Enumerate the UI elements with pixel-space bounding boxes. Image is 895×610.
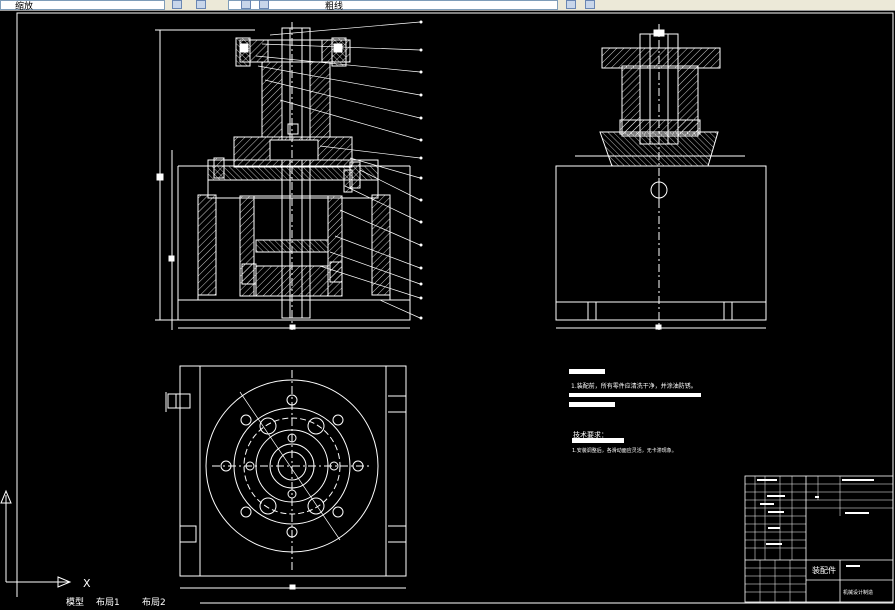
color-icon[interactable] xyxy=(566,0,576,9)
tab-model[interactable]: 模型 xyxy=(66,595,84,608)
tech-req-1-line: 1.装配前，所有零件应清洗干净，并涂油防锈。 xyxy=(571,382,697,390)
layout-tabs: 模型 布局1 布局2 xyxy=(0,595,200,608)
properties-icon[interactable] xyxy=(196,0,206,9)
tech-req-2-title: 技术要求： xyxy=(573,430,608,439)
title-block-school: 机械设计制造 xyxy=(843,589,873,596)
style-icon[interactable] xyxy=(585,0,595,9)
ucs-icon xyxy=(0,489,72,588)
linetype-combobox[interactable]: 粗线 xyxy=(228,0,558,10)
tab-layout2[interactable]: 布局2 xyxy=(142,595,166,608)
title-block-name: 装配件 xyxy=(812,565,836,575)
toolbar-spacer xyxy=(604,0,895,10)
zoom-combobox[interactable]: 缩放 xyxy=(0,0,165,10)
front-section-view xyxy=(155,20,423,330)
ucs-x-label: X xyxy=(83,577,91,590)
title-block xyxy=(744,475,894,603)
linetype-icon xyxy=(241,0,251,9)
tech-req-2-line: 1.安装调整后，各滑动面应灵活，无卡滞现象。 xyxy=(572,447,677,454)
layer-icon[interactable] xyxy=(172,0,182,9)
top-view xyxy=(165,365,407,590)
side-view xyxy=(555,24,767,330)
lineweight-icon xyxy=(259,0,269,9)
drawing-svg: 1.装配前，所有零件应清洗干净，并涂油防锈。 技术要求： 1.安装调整后，各滑动… xyxy=(0,12,894,604)
sheet-border xyxy=(16,12,894,604)
drawing-canvas[interactable]: 1.装配前，所有零件应清洗干净，并涂油防锈。 技术要求： 1.安装调整后，各滑动… xyxy=(0,10,895,606)
tab-layout1[interactable]: 布局1 xyxy=(96,595,120,608)
